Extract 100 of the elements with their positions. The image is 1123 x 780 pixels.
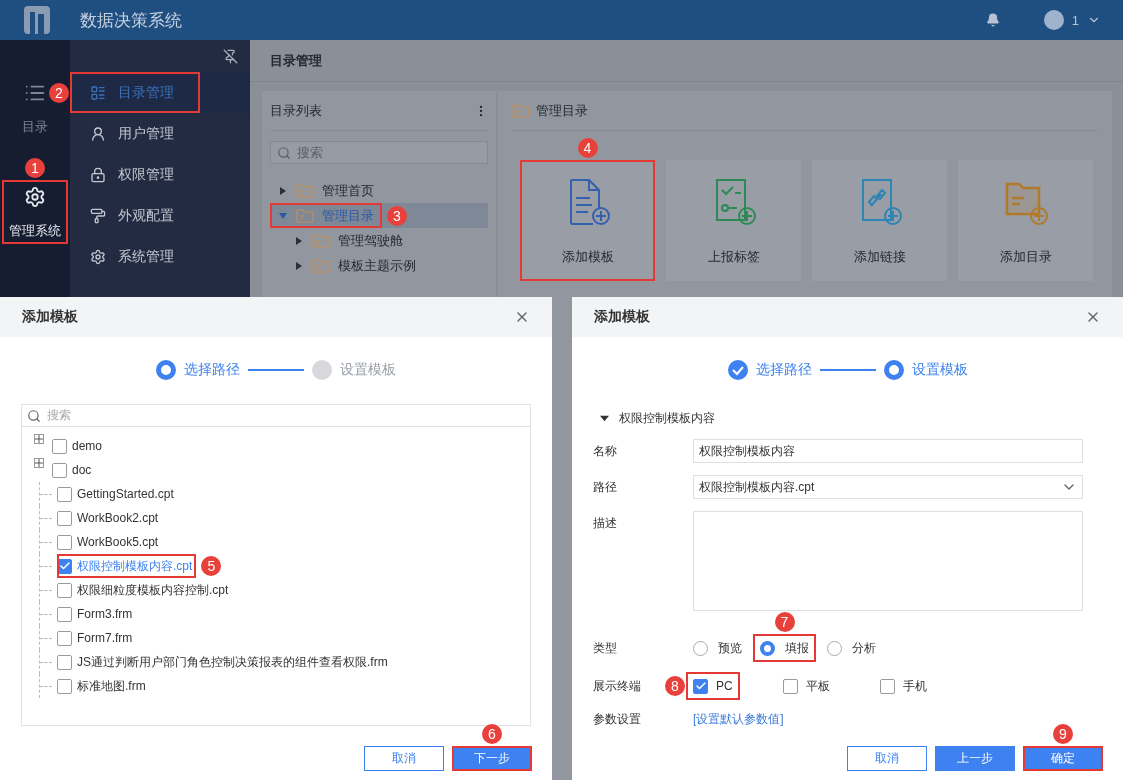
checkbox-option[interactable]: PC xyxy=(686,672,740,700)
checkbox[interactable] xyxy=(693,678,708,694)
step-label: 设置模板 xyxy=(340,361,396,379)
caret-down-icon[interactable] xyxy=(600,414,609,423)
step-label: 选择路径 xyxy=(755,361,812,379)
action-card[interactable]: 添加链接 xyxy=(812,160,947,281)
checkbox[interactable] xyxy=(57,630,72,646)
step-connector xyxy=(819,369,876,371)
step-number-badge: 3 xyxy=(387,205,407,226)
user-icon xyxy=(90,125,106,142)
paint-roller-icon xyxy=(90,207,106,224)
input-field[interactable]: 权限控制模板内容 xyxy=(693,439,1083,463)
file-tree-item[interactable]: JS通过判断用户部门角色控制决策报表的组件查看权限.frm xyxy=(57,650,392,674)
field-label: 名称 xyxy=(593,442,617,460)
user-name[interactable]: 1 xyxy=(1071,12,1079,28)
checkbox[interactable] xyxy=(57,486,72,502)
search-icon xyxy=(277,145,291,160)
lock-icon xyxy=(90,166,106,183)
radio-option[interactable]: 填报 xyxy=(753,634,816,662)
checkbox[interactable] xyxy=(57,534,72,550)
settings-icon xyxy=(90,248,106,265)
field-label: 类型 xyxy=(593,639,617,657)
radio-option[interactable]: 分析 xyxy=(820,634,883,662)
checkbox[interactable] xyxy=(57,654,72,670)
search-icon xyxy=(27,408,41,423)
checkbox[interactable] xyxy=(57,678,72,694)
logo-icon xyxy=(24,6,50,34)
field-label: 参数设置 xyxy=(593,711,641,728)
caret-right-icon[interactable] xyxy=(294,260,304,271)
set-default-params-link[interactable]: [设置默认参数值] xyxy=(693,712,784,726)
file-tree-item[interactable]: Form3.frm xyxy=(57,602,137,626)
checkbox[interactable] xyxy=(52,438,67,454)
folder-icon xyxy=(296,183,314,198)
select-field[interactable]: 权限控制模板内容.cpt xyxy=(693,475,1083,499)
app-title: 数据决策系统 xyxy=(80,9,182,32)
expand-icon[interactable] xyxy=(34,434,44,444)
file-tree-item[interactable]: WorkBook2.cpt xyxy=(57,506,163,530)
cancel-button[interactable]: 取消 xyxy=(364,746,444,771)
menu-item[interactable]: 外观配置 xyxy=(70,195,200,236)
radio-button[interactable] xyxy=(693,640,708,656)
radio-button[interactable] xyxy=(760,640,775,656)
step-number-badge: 6 xyxy=(482,724,502,744)
checkbox[interactable] xyxy=(57,606,72,622)
tree-item[interactable]: 模板主题示例 xyxy=(270,253,424,278)
gear-icon xyxy=(24,186,46,208)
menu-item[interactable]: 权限管理 xyxy=(70,154,200,195)
action-card[interactable]: 上报标签 xyxy=(666,160,801,281)
folder-icon xyxy=(296,208,314,223)
file-tree-item[interactable]: 权限细粒度模板内容控制.cpt xyxy=(57,578,233,602)
action-card[interactable]: 添加目录 xyxy=(958,160,1093,281)
rail-item[interactable]: 管理系统 xyxy=(2,180,68,244)
step-connector xyxy=(248,369,304,371)
tree-item[interactable]: 管理驾驶舱 xyxy=(270,228,411,253)
checkbox[interactable] xyxy=(57,558,72,574)
checkbox[interactable] xyxy=(879,678,895,694)
menu-item[interactable]: 用户管理 xyxy=(70,113,200,154)
expand-icon[interactable] xyxy=(34,458,44,468)
radio-option[interactable]: 预览 xyxy=(686,634,749,662)
menu-item[interactable]: 系统管理 xyxy=(70,236,200,277)
file-tree-item[interactable]: doc xyxy=(52,458,96,482)
folder-icon xyxy=(312,258,330,273)
file-tree-item[interactable]: WorkBook5.cpt xyxy=(57,530,163,554)
checkbox-option[interactable]: 平板 xyxy=(775,672,837,700)
field-label: 描述 xyxy=(593,515,617,532)
checkbox[interactable] xyxy=(57,510,72,526)
file-tree-item[interactable]: 标准地图.frm xyxy=(57,674,150,698)
step-number-badge: 1 xyxy=(25,158,45,178)
folder-icon xyxy=(312,233,330,248)
cancel-button[interactable]: 取消 xyxy=(847,746,927,771)
checkbox[interactable] xyxy=(57,582,72,598)
section-title: 权限控制模板内容 xyxy=(619,410,715,427)
field-label: 路径 xyxy=(593,478,617,496)
bell-icon[interactable] xyxy=(985,13,1000,27)
file-tree-item[interactable]: GettingStarted.cpt xyxy=(57,482,178,506)
primary-button[interactable]: 确定 xyxy=(1023,746,1103,771)
panel-title: 目录列表 xyxy=(270,101,322,120)
checkbox-option[interactable]: 手机 xyxy=(872,672,934,700)
tree-item[interactable]: 管理首页 xyxy=(270,178,382,203)
rail-item[interactable]: 目录 xyxy=(22,76,48,140)
dialog-title: 添加模板 xyxy=(594,308,650,326)
step-number-badge: 4 xyxy=(577,138,598,158)
primary-button[interactable]: 上一步 xyxy=(935,746,1015,771)
file-tree-item[interactable]: Form7.frm xyxy=(57,626,137,650)
unpin-icon[interactable] xyxy=(223,48,238,64)
list-icon xyxy=(90,84,106,101)
checkbox[interactable] xyxy=(782,678,798,694)
file-tree-item[interactable]: demo xyxy=(52,434,107,458)
avatar[interactable] xyxy=(1043,10,1064,30)
caret-right-icon[interactable] xyxy=(278,185,288,196)
file-tree-item[interactable]: 权限控制模板内容.cpt xyxy=(57,554,197,578)
radio-button[interactable] xyxy=(827,640,842,656)
step-number-badge: 8 xyxy=(665,676,685,696)
page-title: 目录管理 xyxy=(250,40,1123,82)
primary-button[interactable]: 下一步 xyxy=(452,746,532,771)
action-card[interactable]: 添加模板 xyxy=(520,160,655,281)
breadcrumb: 管理目录 xyxy=(536,101,588,120)
step-number-badge: 7 xyxy=(774,612,795,632)
checkbox[interactable] xyxy=(52,462,67,478)
dialog-title: 添加模板 xyxy=(22,308,78,326)
caret-right-icon[interactable] xyxy=(294,235,304,246)
